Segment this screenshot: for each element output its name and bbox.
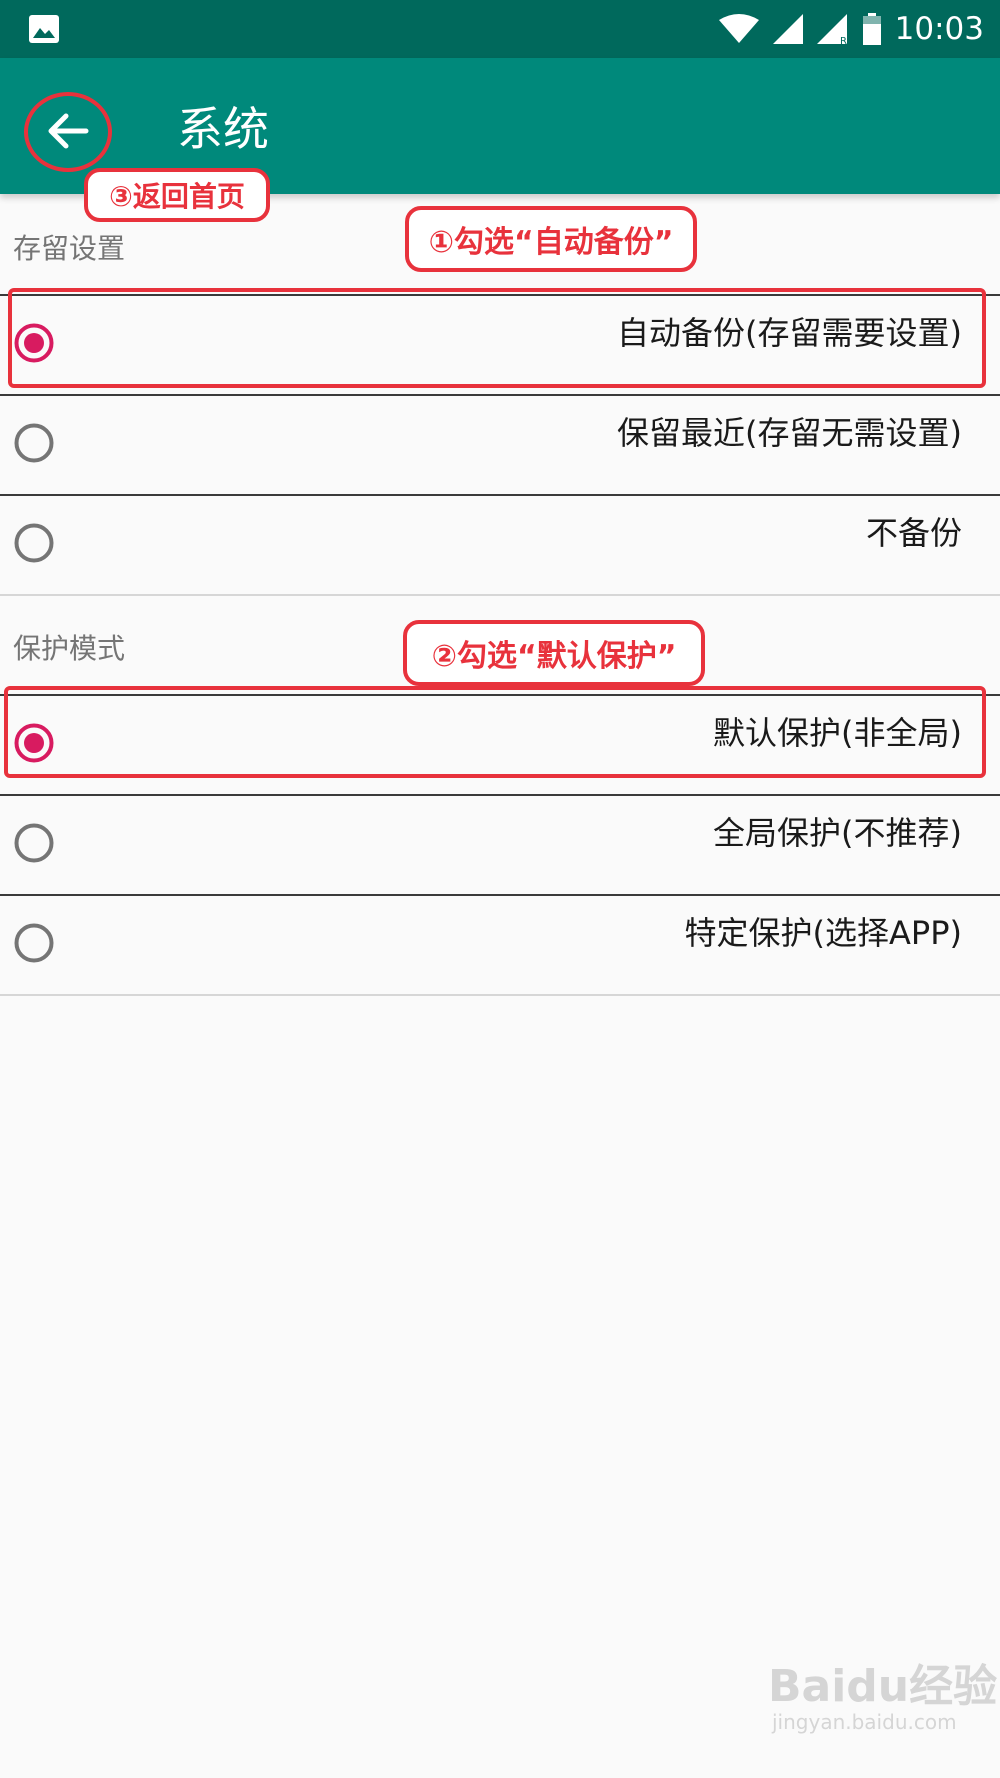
wifi-icon [718,14,759,43]
option-global-protection[interactable]: 全局保护(不推荐) [0,796,1000,896]
option-keep-recent[interactable]: 保留最近(存留无需设置) [0,396,1000,496]
image-icon [29,15,59,43]
option-label: 全局保护(不推荐) [713,814,962,852]
baidu-watermark: Baidu经验 jingyan.baidu.com [768,1650,997,1734]
status-time: 10:03 [894,11,984,47]
annotation-step1: ①勾选“自动备份” [405,206,697,272]
section-header-retention: 存留设置 [13,232,126,265]
annotation-highlight-auto-backup [8,288,986,388]
page-title: 系统 [177,102,269,156]
section-header-protection: 保护模式 [13,632,126,665]
signal-roaming-icon: R [816,14,847,44]
roaming-badge: R [840,36,847,44]
option-specific-protection[interactable]: 特定保护(选择APP) [0,896,1000,996]
radio-unselected-icon[interactable] [14,823,54,863]
annotation-step3: ③返回首页 [84,168,270,222]
option-label: 特定保护(选择APP) [684,914,962,952]
option-label: 保留最近(存留无需设置) [617,414,962,452]
annotation-highlight-default-protection [4,686,986,778]
signal-icon [772,14,803,44]
radio-unselected-icon[interactable] [14,523,54,563]
option-no-backup[interactable]: 不备份 [0,496,1000,596]
option-label: 不备份 [865,514,962,552]
watermark-logo: Baidu经验 [768,1661,998,1712]
annotation-step2: ②勾选“默认保护” [403,620,705,686]
status-bar: R 10:03 [0,0,1000,58]
battery-icon [862,13,881,45]
annotation-back-circle [24,92,112,172]
radio-unselected-icon[interactable] [14,423,54,463]
radio-unselected-icon[interactable] [14,923,54,963]
